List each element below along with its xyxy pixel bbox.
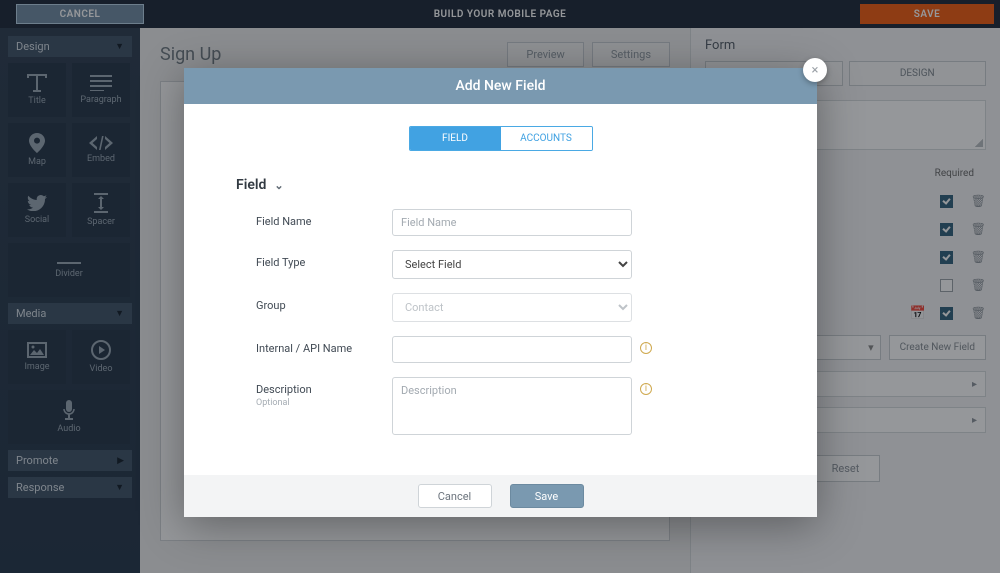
internal-name-label: Internal / API Name — [256, 336, 392, 355]
description-label: Description Optional — [256, 377, 392, 408]
info-icon[interactable]: i — [640, 383, 652, 395]
group-label: Group — [256, 293, 392, 312]
chevron-down-icon: ⌄ — [274, 179, 283, 192]
group-select: Contact — [392, 293, 632, 322]
field-name-input[interactable] — [392, 209, 632, 236]
field-name-label: Field Name — [256, 209, 392, 228]
add-field-modal: × Add New Field FIELD ACCOUNTS Field ⌄ F… — [184, 68, 817, 517]
section-header[interactable]: Field ⌄ — [236, 177, 777, 193]
modal-save-button[interactable]: Save — [510, 484, 584, 508]
modal-title: Add New Field — [184, 68, 817, 104]
section-label: Field — [236, 177, 266, 193]
modal-footer: Cancel Save — [184, 475, 817, 517]
modal-tab-switch: FIELD ACCOUNTS — [409, 126, 593, 151]
info-icon[interactable]: i — [640, 342, 652, 354]
tab-accounts[interactable]: ACCOUNTS — [501, 127, 592, 150]
app-root: CANCEL BUILD YOUR MOBILE PAGE SAVE Desig… — [0, 0, 1000, 573]
internal-name-input[interactable] — [392, 336, 632, 363]
modal-cancel-button[interactable]: Cancel — [418, 484, 492, 508]
tab-field[interactable]: FIELD — [410, 127, 501, 150]
field-type-select[interactable]: Select Field — [392, 250, 632, 279]
close-button[interactable]: × — [803, 58, 827, 82]
field-type-label: Field Type — [256, 250, 392, 269]
description-textarea[interactable] — [392, 377, 632, 435]
